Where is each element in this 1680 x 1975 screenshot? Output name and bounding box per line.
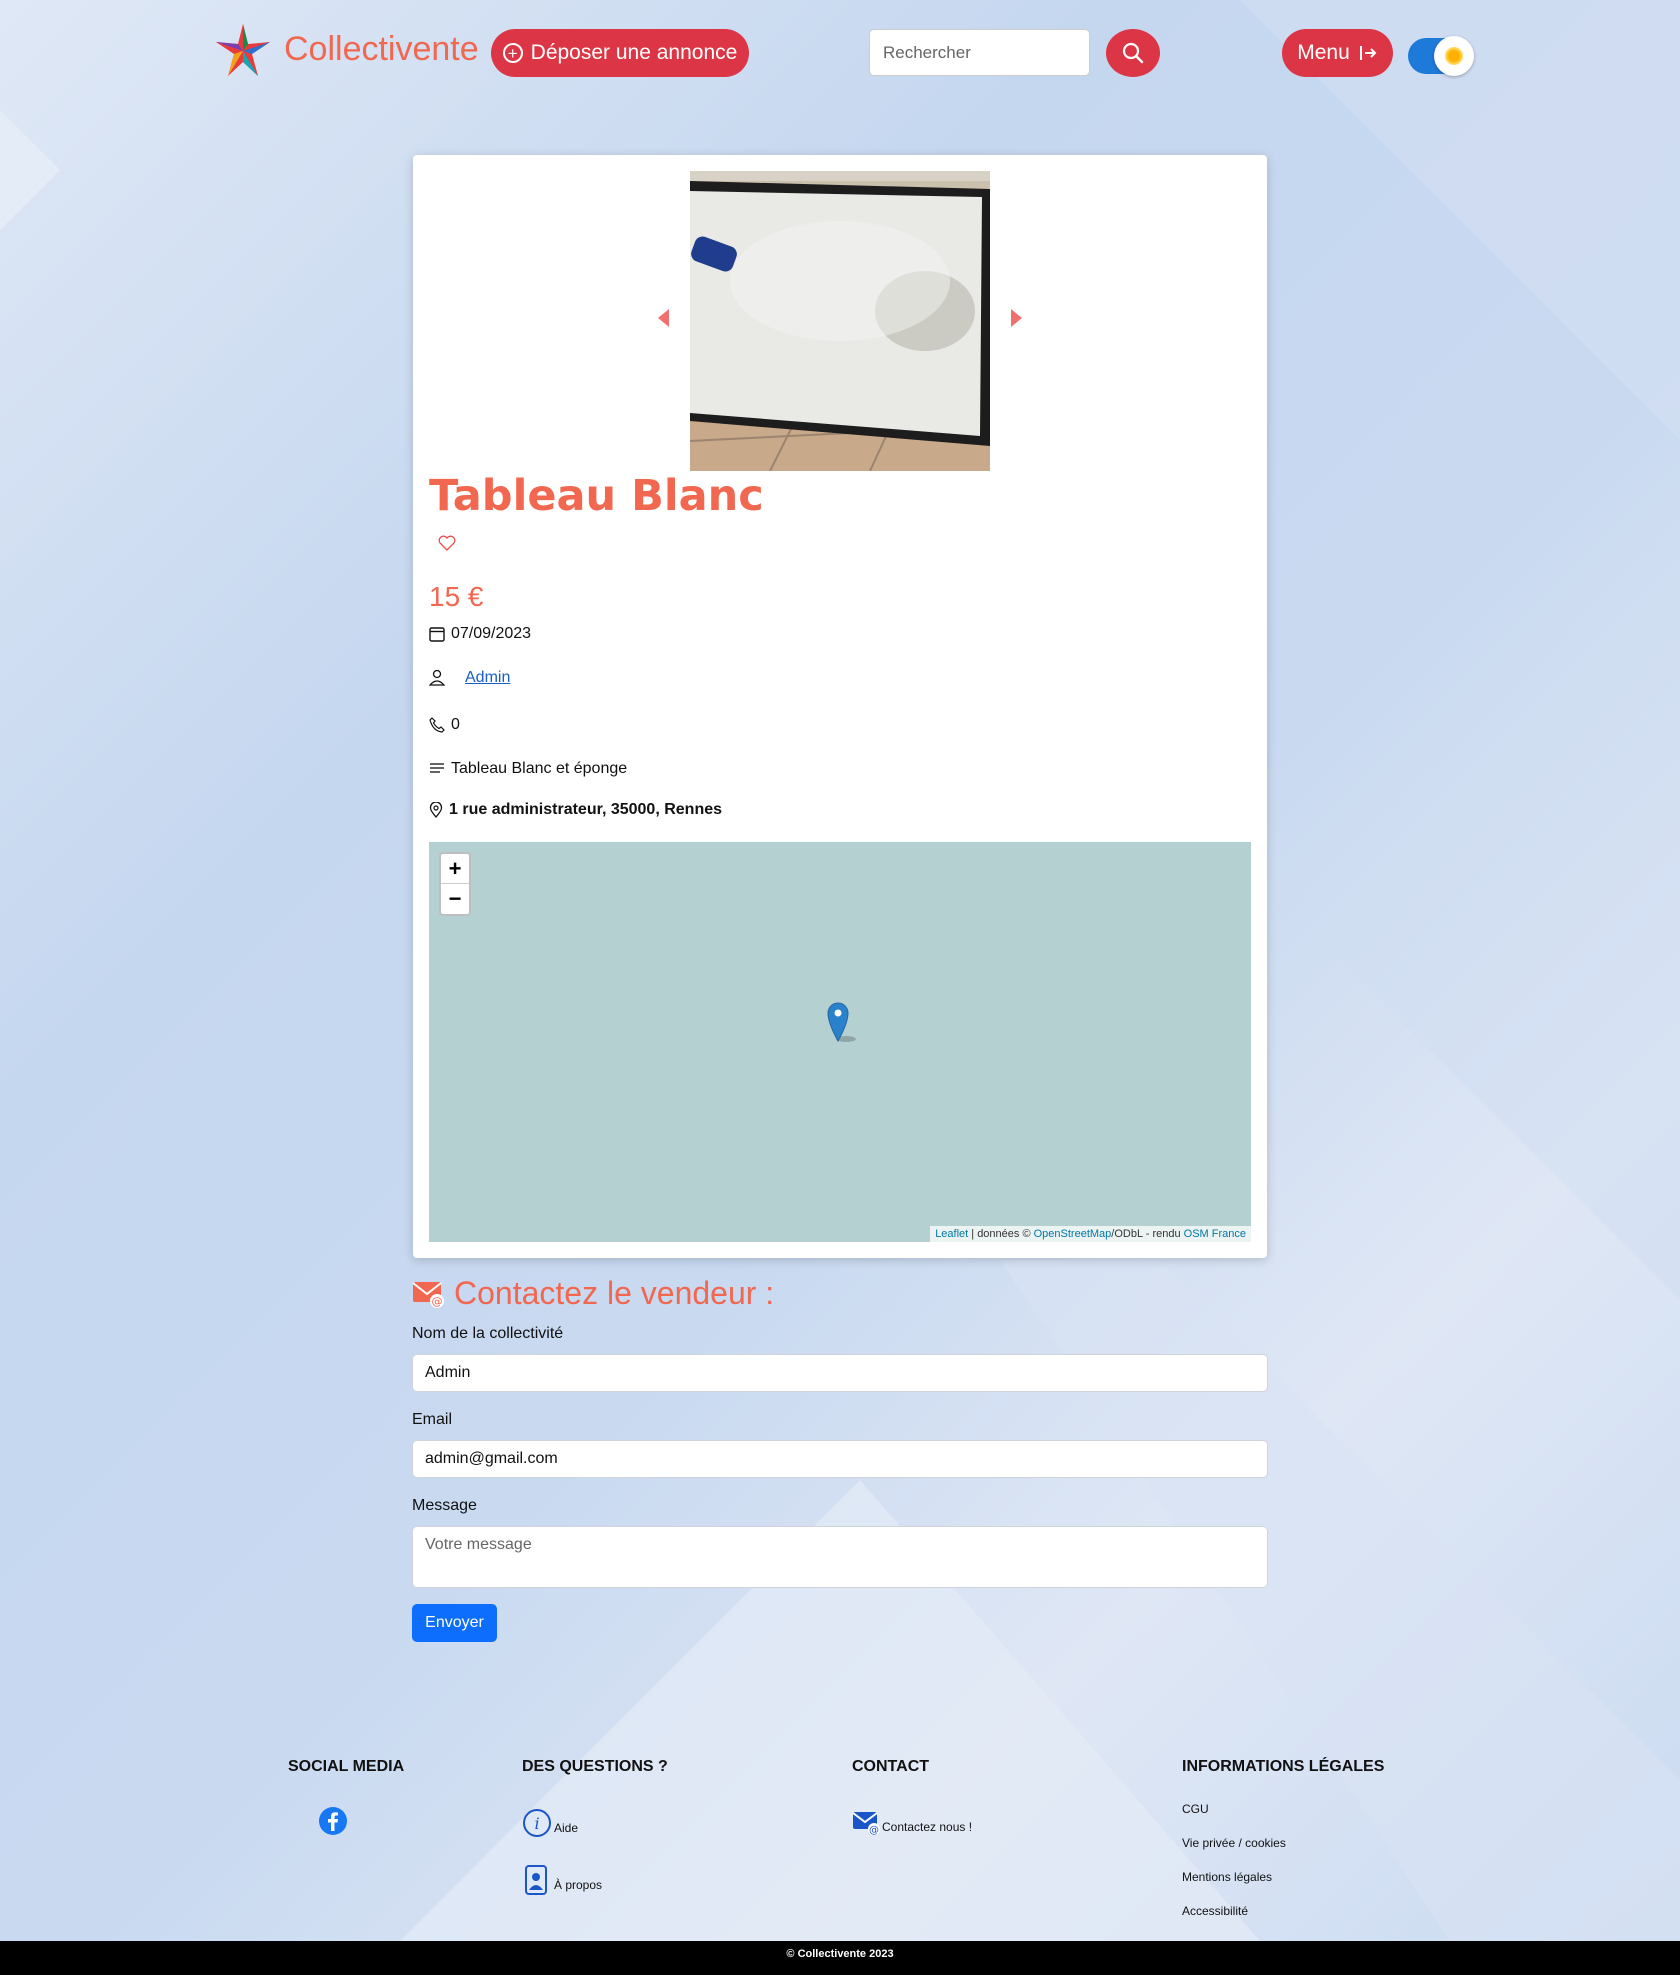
copyright-text: © Collectivente 2023 [786,1948,894,1960]
listing-address: 1 rue administrateur, 35000, Rennes [449,801,723,818]
accessibility-link[interactable]: Accessibilité [1182,1904,1248,1918]
search-input[interactable] [869,29,1090,76]
theme-toggle[interactable] [1408,36,1474,76]
send-button[interactable]: Envoyer [412,1604,497,1642]
post-ad-button[interactable]: + Déposer une annonce [491,29,749,77]
svg-text:@: @ [869,1825,879,1836]
message-textarea[interactable]: Votre message [412,1526,1268,1588]
contact-us-label: Contactez nous ! [882,1820,973,1834]
listing-phone: 0 [451,716,460,733]
svg-text:i: i [534,1814,539,1833]
header: Collectivente + Déposer une annonce Menu [0,0,1680,110]
legal-heading: INFORMATIONS LÉGALES [1182,1758,1385,1775]
phone-row: 0 [429,716,460,734]
email-label: Email [412,1411,453,1428]
plus-circle-icon: + [502,43,523,63]
person-badge-icon [525,1865,547,1895]
whiteboard-image [690,171,990,471]
questions-heading: DES QUESTIONS ? [522,1758,668,1775]
info-icon: i [523,1809,551,1837]
cgu-link[interactable]: CGU [1182,1802,1209,1816]
sun-icon [1445,47,1463,65]
help-label: Aide [554,1821,579,1835]
date-row: 07/09/2023 [429,625,531,643]
search-button[interactable] [1106,29,1160,77]
message-label: Message [412,1497,477,1514]
listing-date: 07/09/2023 [451,625,532,642]
legal-notice-link[interactable]: Mentions légales [1182,1870,1272,1884]
phone-icon [429,717,445,733]
heart-icon[interactable] [437,533,457,553]
name-field[interactable]: Admin [412,1354,1268,1392]
listing-title: Tableau Blanc [429,471,764,521]
brand-name[interactable]: Collectivente [284,30,479,69]
osm-link[interactable]: OpenStreetMap [1034,1228,1112,1240]
contact-us-link[interactable]: @ Contactez nous ! [852,1810,972,1836]
social-media-heading: SOCIAL MEDIA [288,1758,405,1775]
facebook-icon[interactable] [318,1806,348,1836]
toggle-knob [1434,36,1474,76]
leaflet-link[interactable]: Leaflet [935,1228,968,1240]
contact-title-text: Contactez le vendeur : [454,1275,775,1311]
email-at-icon: @ [412,1281,444,1308]
zoom-in-button[interactable]: + [441,854,469,884]
about-link[interactable]: À propos [524,1864,602,1896]
svg-text:@: @ [432,1295,443,1308]
seller-row: Admin [429,669,510,687]
attribution-odbl: /ODbL - rendu [1111,1228,1184,1240]
contact-seller-heading: @ Contactez le vendeur : [412,1275,774,1312]
carousel-next-button[interactable] [1011,309,1022,327]
help-link[interactable]: i Aide [522,1808,578,1838]
osm-france-link[interactable]: OSM France [1184,1228,1246,1240]
calendar-icon [429,627,445,642]
map-attribution: Leaflet | données © OpenStreetMap/ODbL -… [930,1226,1251,1242]
location-map[interactable]: + − Leaflet | données © OpenStreetMap/OD… [429,842,1251,1242]
privacy-link[interactable]: Vie privée / cookies [1182,1836,1286,1850]
description-row: Tableau Blanc et éponge [429,760,627,778]
listing-photo [690,171,990,471]
carousel-prev-button[interactable] [658,309,669,327]
listing-price: 15 € [429,581,484,612]
listing-card: Tableau Blanc 15 € 07/09/2023 Admin 0 Ta… [413,155,1267,1258]
contact-heading: CONTACT [852,1758,930,1775]
map-zoom-control: + − [439,852,471,916]
menu-label: Menu [1297,41,1350,64]
address-row: 1 rue administrateur, 35000, Rennes [429,801,722,819]
menu-button[interactable]: Menu [1282,29,1393,77]
about-label: À propos [554,1878,603,1892]
map-marker-icon[interactable] [826,1001,862,1045]
copyright-bar: © Collectivente 2023 [0,1941,1680,1975]
post-ad-label: Déposer une annonce [530,41,738,64]
email-at-icon: @ [852,1812,880,1836]
search-icon [1122,42,1144,64]
seller-link[interactable]: Admin [465,669,510,687]
attribution-text: | données © [968,1228,1034,1240]
location-pin-icon [429,802,443,818]
email-field[interactable]: admin@gmail.com [412,1440,1268,1478]
listing-description: Tableau Blanc et éponge [451,760,628,777]
sign-in-icon [1359,46,1377,60]
zoom-out-button[interactable]: − [441,884,469,914]
person-icon [429,669,445,686]
star-logo-icon[interactable] [214,22,272,80]
name-label: Nom de la collectivité [412,1325,564,1342]
text-lines-icon [430,763,444,773]
